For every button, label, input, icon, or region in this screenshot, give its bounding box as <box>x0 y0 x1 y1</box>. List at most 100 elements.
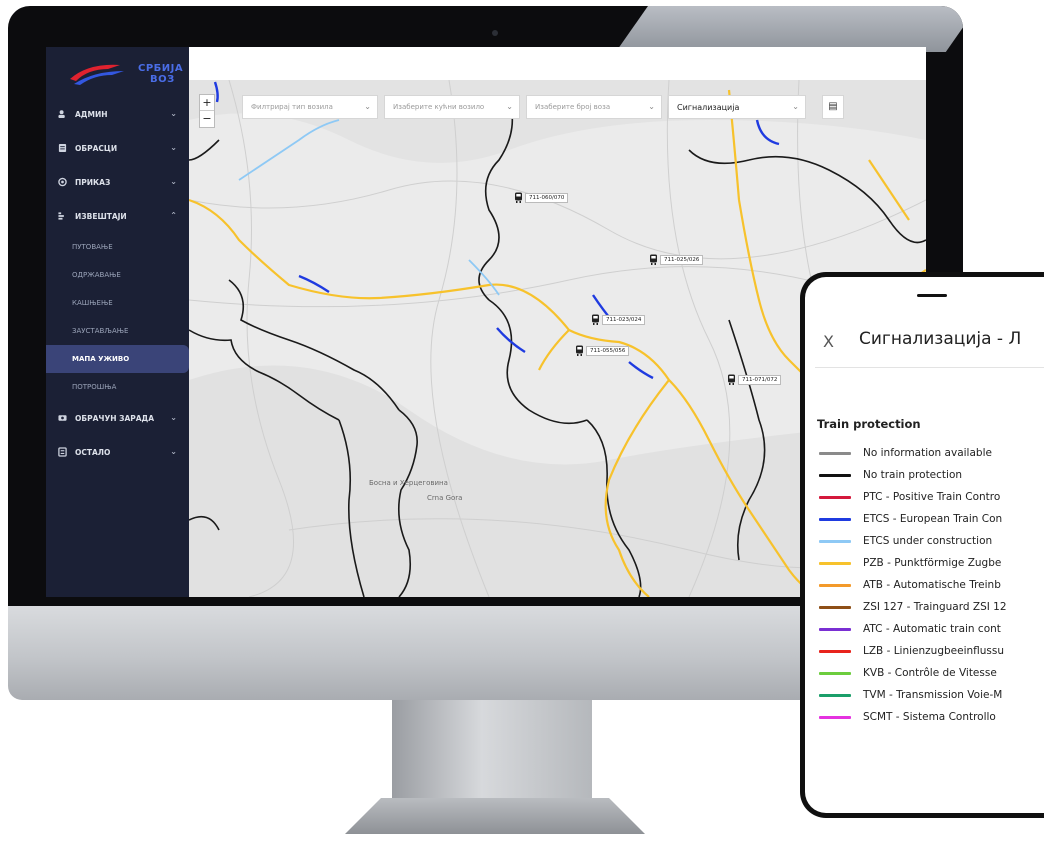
phone-frame: X Сигнализација - Л Train protection No … <box>800 272 1044 818</box>
train-label: 711-055/056 <box>586 345 630 356</box>
legend-swatch <box>819 561 851 565</box>
chevron-down-icon: ⌄ <box>170 177 177 186</box>
brand-line-2: ВОЗ <box>150 74 175 85</box>
sidebar-subitem-label: ЗАУСТАВЉАЊЕ <box>72 327 129 335</box>
sidebar-item-other[interactable]: ОСТАЛО ⌄ <box>46 435 189 469</box>
sidebar-subitem-delay[interactable]: КАШЊЕЊЕ <box>46 289 189 317</box>
zoom-out-button[interactable]: − <box>200 111 214 126</box>
legend-item: LZB - Linienzugbeeinflussu <box>819 640 1007 662</box>
close-icon[interactable]: X <box>823 332 834 351</box>
sidebar-subitem-consumption[interactable]: ПОТРОШЊА <box>46 373 189 401</box>
logo-swoosh-icon <box>70 64 124 85</box>
train-marker[interactable]: 711-071/072 <box>727 374 782 385</box>
legend-swatch <box>819 627 851 631</box>
chevron-down-icon: ⌄ <box>364 102 371 111</box>
legend-item: ETCS under construction <box>819 530 1007 552</box>
sidebar-subitem-label: МАПА УЖИВО <box>72 355 130 363</box>
legend-item-label: LZB - Linienzugbeeinflussu <box>863 645 1005 657</box>
reports-icon <box>58 212 64 220</box>
legend-item-label: ZSI 127 - Trainguard ZSI 12 <box>863 601 1007 613</box>
map-layers-button[interactable]: ▤ <box>822 95 844 119</box>
sidebar-item-view[interactable]: ПРИКАЗ ⌄ <box>46 165 189 199</box>
train-marker[interactable]: 711-055/056 <box>575 345 630 356</box>
sidebar-item-admin[interactable]: АДМИН ⌄ <box>46 97 189 131</box>
train-number-placeholder: Изаберите број воза <box>535 103 611 111</box>
other-icon <box>58 447 67 457</box>
legend-item-label: KVB - Contrôle de Vitesse <box>863 667 997 679</box>
vehicle-type-filter[interactable]: Филтрирај тип возила ⌄ <box>242 95 378 119</box>
train-label: 711-025/026 <box>660 254 704 265</box>
legend-item-label: ETCS - European Train Con <box>863 513 1003 525</box>
map-layer-select[interactable]: Сигнализација ⌄ <box>668 95 806 119</box>
sidebar-subitem-label: ПУТОВАЊЕ <box>72 243 113 251</box>
legend-swatch <box>819 649 851 653</box>
view-icon <box>58 177 67 187</box>
legend-item: SCMT - Sistema Controllo <box>819 706 1007 728</box>
train-label: 711-071/072 <box>738 374 782 385</box>
brand-logo[interactable]: СРБИЈА ВОЗ <box>68 57 183 87</box>
train-icon <box>728 374 735 385</box>
legend-item-label: PZB - Punktförmige Zugbe <box>863 557 1002 569</box>
region-label-bih: Босна и Херцеговина <box>369 479 448 487</box>
train-marker[interactable]: 711-025/026 <box>649 254 704 265</box>
chevron-up-icon: ⌃ <box>170 211 177 220</box>
legend-list: No information available No train protect… <box>819 442 1007 728</box>
sidebar-item-forms[interactable]: ОБРАСЦИ ⌄ <box>46 131 189 165</box>
map-layer-value: Сигнализација <box>677 102 740 112</box>
legend-item: ZSI 127 - Trainguard ZSI 12 <box>819 596 1007 618</box>
sidebar: СРБИЈА ВОЗ АДМИН ⌄ ОБРАСЦИ ⌄ ПРИКАЗ ⌄ ИЗ… <box>46 47 189 597</box>
sidebar-item-label: ОБРАЧУН ЗАРАДА <box>75 413 155 423</box>
chevron-down-icon: ⌄ <box>170 447 177 456</box>
brand-line-1: СРБИЈА <box>138 63 184 74</box>
chevron-down-icon: ⌄ <box>506 102 513 111</box>
sidebar-nav: АДМИН ⌄ ОБРАСЦИ ⌄ ПРИКАЗ ⌄ ИЗВЕШТАЈИ ⌃ П… <box>46 97 189 469</box>
legend-panel-title: Сигнализација - Л <box>859 329 1022 349</box>
sidebar-item-label: ОБРАСЦИ <box>75 143 118 153</box>
sidebar-subitem-stopping[interactable]: ЗАУСТАВЉАЊЕ <box>46 317 189 345</box>
sidebar-subitem-label: КАШЊЕЊЕ <box>72 299 113 307</box>
chevron-down-icon: ⌄ <box>648 102 655 111</box>
house-vehicle-filter[interactable]: Изаберите кућни возило ⌄ <box>384 95 520 119</box>
sidebar-subitem-label: ПОТРОШЊА <box>72 383 117 391</box>
sidebar-item-payroll[interactable]: ОБРАЧУН ЗАРАДА ⌄ <box>46 401 189 435</box>
legend-item: ATC - Automatic train cont <box>819 618 1007 640</box>
legend-item-label: ATB - Automatische Treinb <box>863 579 1001 591</box>
legend-item-label: ETCS under construction <box>863 535 993 547</box>
chevron-down-icon: ⌄ <box>170 143 177 152</box>
train-label: 711-060/070 <box>525 192 569 203</box>
legend-item: ATB - Automatische Treinb <box>819 574 1007 596</box>
map-layers-icon: ▤ <box>828 101 838 112</box>
sidebar-item-label: АДМИН <box>75 109 108 119</box>
legend-swatch <box>819 539 851 543</box>
sidebar-subitem-travel[interactable]: ПУТОВАЊЕ <box>46 233 189 261</box>
sidebar-subitem-maintenance[interactable]: ОДРЖАВАЊЕ <box>46 261 189 289</box>
legend-swatch <box>819 715 851 719</box>
legend-item-label: PTC - Positive Train Contro <box>863 491 1001 503</box>
legend-item-label: TVM - Transmission Voie-M <box>863 689 1003 701</box>
legend-item-label: ATC - Automatic train cont <box>863 623 1001 635</box>
train-marker[interactable]: 711-023/024 <box>591 314 646 325</box>
legend-swatch <box>819 605 851 609</box>
forms-icon <box>58 143 67 153</box>
payroll-icon <box>58 415 67 421</box>
legend-item-label: No train protection <box>863 469 963 481</box>
zoom-control: + − <box>199 94 215 128</box>
train-marker[interactable]: 711-060/070 <box>514 192 569 203</box>
legend-item: PZB - Punktförmige Zugbe <box>819 552 1007 574</box>
sidebar-item-reports[interactable]: ИЗВЕШТАЈИ ⌃ <box>46 199 189 233</box>
app-screen: СРБИЈА ВОЗ АДМИН ⌄ ОБРАСЦИ ⌄ ПРИКАЗ ⌄ ИЗ… <box>46 47 926 597</box>
zoom-in-button[interactable]: + <box>200 95 214 111</box>
admin-icon <box>58 110 65 119</box>
sidebar-subitem-live-map[interactable]: МАПА УЖИВО <box>46 345 189 373</box>
camera-icon <box>492 30 498 36</box>
house-vehicle-placeholder: Изаберите кућни возило <box>393 103 485 111</box>
sidebar-item-label: ОСТАЛО <box>75 447 111 457</box>
legend-swatch <box>819 473 851 477</box>
phone-notch <box>917 294 947 297</box>
vehicle-type-placeholder: Филтрирај тип возила <box>251 103 333 111</box>
train-number-filter[interactable]: Изаберите број воза ⌄ <box>526 95 662 119</box>
chevron-down-icon: ⌄ <box>170 413 177 422</box>
train-label: 711-023/024 <box>602 314 646 325</box>
divider <box>815 367 1044 368</box>
sidebar-subitem-label: ОДРЖАВАЊЕ <box>72 271 121 279</box>
